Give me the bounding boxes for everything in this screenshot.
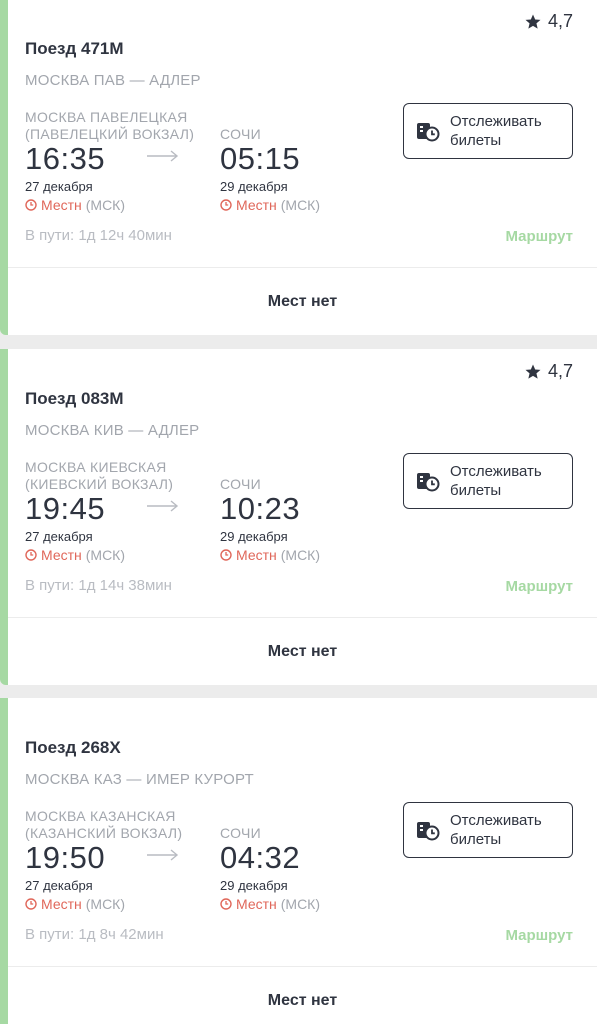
track-tickets-button[interactable]: Отслеживать билеты xyxy=(403,103,573,159)
seats-status[interactable]: Мест нет xyxy=(8,967,597,1024)
track-tickets-label: Отслеживать билеты xyxy=(450,113,542,149)
clock-icon xyxy=(25,549,37,561)
ticket-clock-icon xyxy=(417,123,440,142)
departure-date: 27 декабря xyxy=(25,878,93,893)
clock-icon xyxy=(220,199,232,211)
arrival-station: СОЧИ xyxy=(220,126,261,142)
arrow-right-icon xyxy=(147,849,179,861)
arrival-time: 04:32 xyxy=(220,840,301,875)
timezone-local: Местн xyxy=(41,896,82,912)
rating-value: 4,7 xyxy=(547,361,573,381)
departure-time: 16:35 xyxy=(25,141,106,176)
departure-station-name: МОСКВА ПАВЕЛЕЦКАЯ xyxy=(25,109,188,125)
clock-icon xyxy=(220,549,232,561)
travel-duration: В пути: 1д 12ч 40мин xyxy=(25,227,172,244)
clock-icon xyxy=(25,199,37,211)
departure-timezone: Местн (МСК) xyxy=(25,896,125,912)
arrival-timezone: Местн (МСК) xyxy=(220,896,320,912)
train-card[interactable]: 4,7 Поезд 471М МОСКВА ПАВ — АДЛЕР МОСКВА… xyxy=(0,0,597,335)
route-link[interactable]: Маршрут xyxy=(505,578,573,595)
timezone-local: Местн xyxy=(41,197,82,213)
departure-station-name: МОСКВА КАЗАНСКАЯ xyxy=(25,808,176,824)
departure-station: МОСКВА ПАВЕЛЕЦКАЯ (ПАВЕЛЕЦКИЙ ВОКЗАЛ) xyxy=(25,109,194,143)
departure-station: МОСКВА КАЗАНСКАЯ (КАЗАНСКИЙ ВОКЗАЛ) xyxy=(25,808,182,842)
departure-time: 19:50 xyxy=(25,840,106,875)
route-name: МОСКВА КИВ — АДЛЕР xyxy=(25,422,200,439)
arrival-station: СОЧИ xyxy=(220,825,261,841)
timezone-msk: (МСК) xyxy=(280,896,321,912)
departure-date: 27 декабря xyxy=(25,179,93,194)
clock-icon xyxy=(220,898,232,910)
travel-duration: В пути: 1д 8ч 42мин xyxy=(25,926,164,943)
rating: 4,7 xyxy=(524,361,573,382)
train-results-list: 4,7 Поезд 471М МОСКВА ПАВ — АДЛЕР МОСКВА… xyxy=(0,0,597,1024)
timezone-msk: (МСК) xyxy=(85,547,126,563)
arrival-date: 29 декабря xyxy=(220,529,288,544)
star-icon xyxy=(525,14,541,29)
route-link[interactable]: Маршрут xyxy=(505,228,573,245)
seats-status[interactable]: Мест нет xyxy=(8,618,597,685)
ticket-clock-icon xyxy=(417,473,440,492)
track-tickets-button[interactable]: Отслеживать билеты xyxy=(403,453,573,509)
departure-date: 27 декабря xyxy=(25,529,93,544)
timezone-local: Местн xyxy=(236,896,277,912)
arrival-date: 29 декабря xyxy=(220,878,288,893)
arrival-timezone: Местн (МСК) xyxy=(220,197,320,213)
departure-time: 19:45 xyxy=(25,491,106,526)
track-tickets-button[interactable]: Отслеживать билеты xyxy=(403,802,573,858)
timezone-msk: (МСК) xyxy=(85,896,126,912)
arrow-right-icon xyxy=(147,150,179,162)
route-link[interactable]: Маршрут xyxy=(505,927,573,944)
timezone-local: Местн xyxy=(236,547,277,563)
train-card-body: Поезд 268Х МОСКВА КАЗ — ИМЕР КУРОРТ МОСК… xyxy=(8,698,597,966)
arrival-station: СОЧИ xyxy=(220,476,261,492)
rating: 4,7 xyxy=(524,11,573,32)
travel-duration: В пути: 1д 14ч 38мин xyxy=(25,577,172,594)
timezone-msk: (МСК) xyxy=(280,197,321,213)
departure-timezone: Местн (МСК) xyxy=(25,547,125,563)
arrival-time: 10:23 xyxy=(220,491,301,526)
timezone-local: Местн xyxy=(236,197,277,213)
train-title: Поезд 083М xyxy=(25,389,124,408)
rating-value: 4,7 xyxy=(547,11,573,31)
arrival-time: 05:15 xyxy=(220,141,301,176)
train-card-body: 4,7 Поезд 083М МОСКВА КИВ — АДЛЕР МОСКВА… xyxy=(8,349,597,617)
train-title: Поезд 471М xyxy=(25,39,124,58)
ticket-clock-icon xyxy=(417,822,440,841)
star-icon xyxy=(525,364,541,379)
seats-status[interactable]: Мест нет xyxy=(8,268,597,335)
track-tickets-label: Отслеживать билеты xyxy=(450,812,542,848)
track-tickets-label: Отслеживать билеты xyxy=(450,463,542,499)
timezone-local: Местн xyxy=(41,547,82,563)
departure-timezone: Местн (МСК) xyxy=(25,197,125,213)
departure-station-name: МОСКВА КИЕВСКАЯ xyxy=(25,459,167,475)
timezone-msk: (МСК) xyxy=(280,547,321,563)
train-card[interactable]: 4,7 Поезд 083М МОСКВА КИВ — АДЛЕР МОСКВА… xyxy=(0,349,597,685)
route-name: МОСКВА ПАВ — АДЛЕР xyxy=(25,72,201,89)
train-title: Поезд 268Х xyxy=(25,738,121,757)
arrow-right-icon xyxy=(147,500,179,512)
departure-station: МОСКВА КИЕВСКАЯ (КИЕВСКИЙ ВОКЗАЛ) xyxy=(25,459,173,493)
train-card-body: 4,7 Поезд 471М МОСКВА ПАВ — АДЛЕР МОСКВА… xyxy=(8,0,597,267)
timezone-msk: (МСК) xyxy=(85,197,126,213)
arrival-timezone: Местн (МСК) xyxy=(220,547,320,563)
route-name: МОСКВА КАЗ — ИМЕР КУРОРТ xyxy=(25,771,254,788)
train-card[interactable]: Поезд 268Х МОСКВА КАЗ — ИМЕР КУРОРТ МОСК… xyxy=(0,698,597,1024)
arrival-date: 29 декабря xyxy=(220,179,288,194)
clock-icon xyxy=(25,898,37,910)
